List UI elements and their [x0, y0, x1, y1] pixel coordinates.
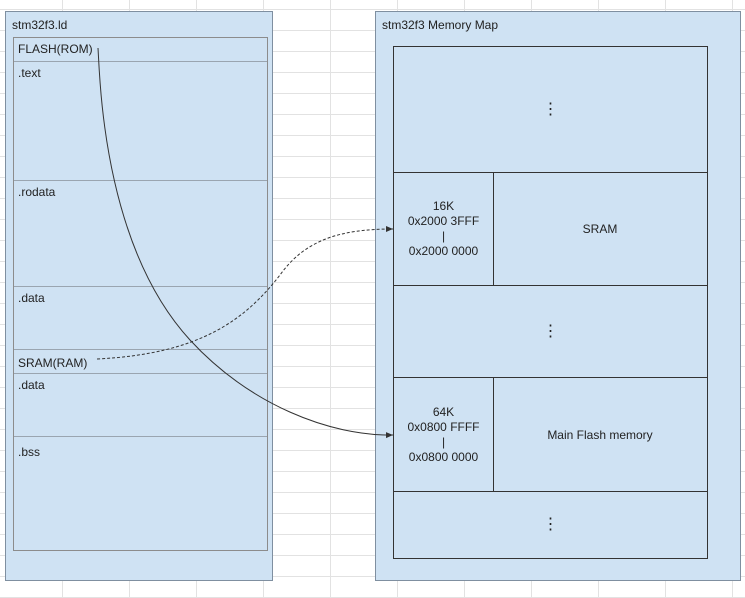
flash-to-main-flash-arrow: [97, 47, 394, 439]
connector-arrows: [96, 47, 394, 439]
sram-to-sram-arrow: [96, 226, 394, 360]
